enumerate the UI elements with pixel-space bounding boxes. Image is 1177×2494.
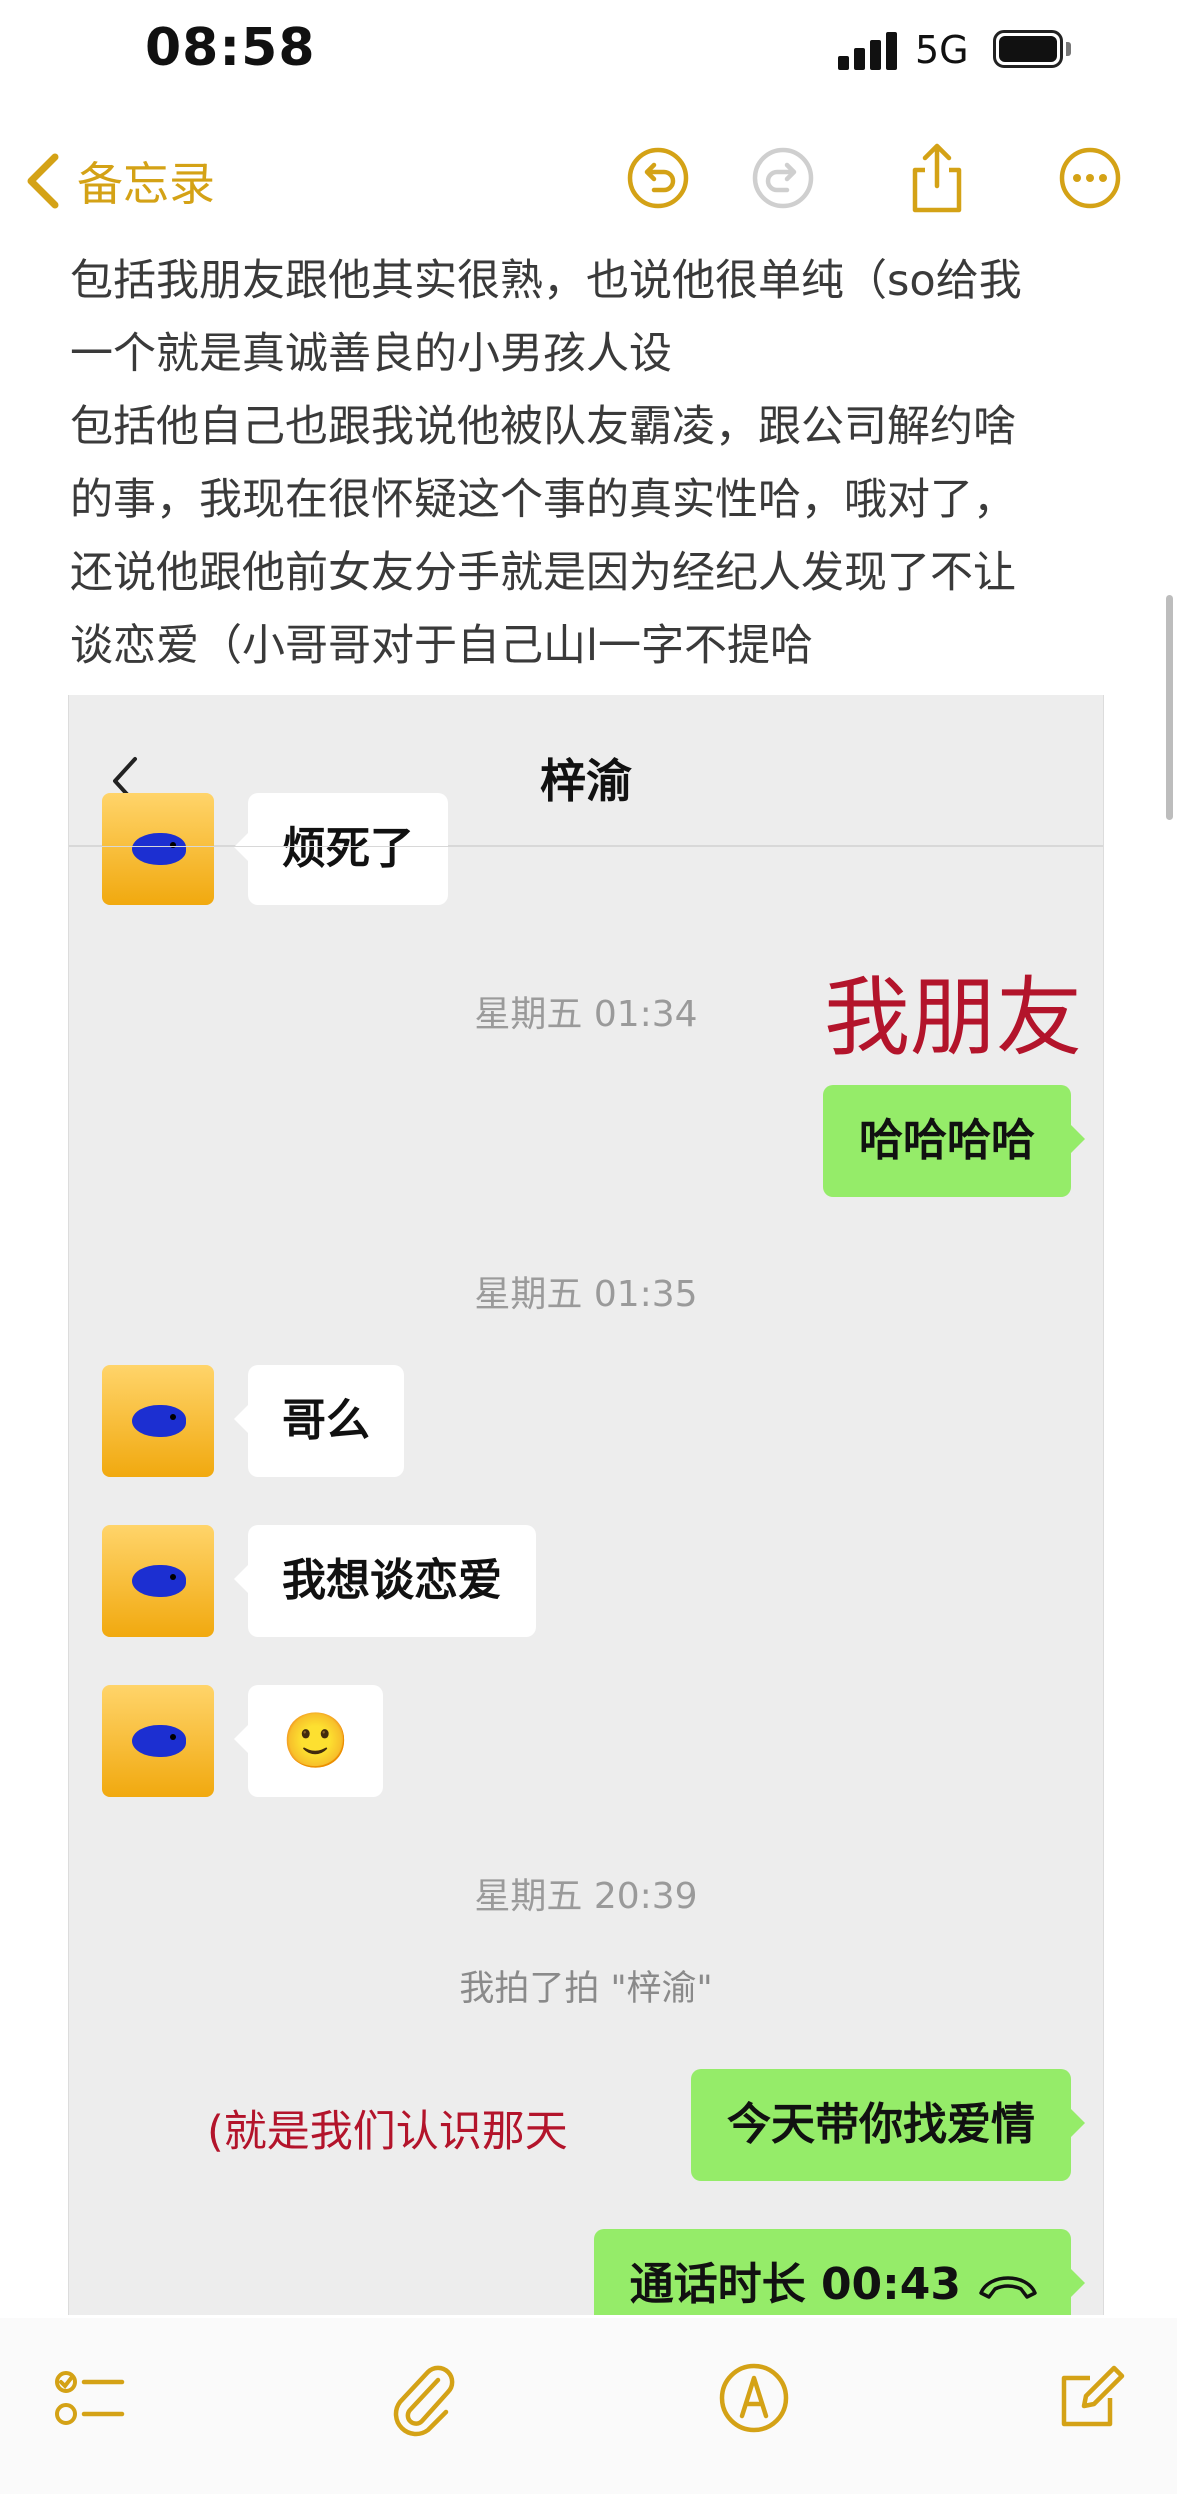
checklist-icon[interactable] [52, 2358, 132, 2438]
battery-icon [993, 30, 1073, 70]
message-bubble-right: 今天带你找爱情 [691, 2069, 1085, 2181]
back-label: 备忘录 [77, 157, 215, 211]
redo-icon[interactable] [751, 146, 815, 210]
share-icon[interactable] [905, 140, 969, 216]
call-duration-bubble: 通话时长 00:43 [593, 2229, 1086, 2315]
contact-avatar [102, 1685, 214, 1797]
chevron-left-icon [27, 153, 59, 209]
signal-icon [838, 30, 898, 70]
network-type: 5G [915, 28, 969, 72]
system-message: 我拍了拍 "梓渝" [459, 1969, 713, 2009]
note-line: 还说他跟他前女友分手就是因为经纪人发现了不让 [70, 548, 1016, 598]
note-line: 一个就是真诚善良的小男孩人设 [70, 329, 672, 379]
message-timestamp: 星期五 20:39 [474, 1876, 698, 1917]
call-duration-text: 通话时长 00:43 [629, 2259, 961, 2310]
note-body[interactable]: 包括我朋友跟他其实很熟，也说他很单纯（so给我 一个就是真诚善良的小男孩人设 包… [70, 245, 1110, 683]
message-bubble-right: 哈哈哈哈 [823, 1085, 1085, 1197]
phone-hangup-icon [979, 2276, 1037, 2299]
note-line: 包括他自己也跟我说他被队友霸凌，跟公司解约啥 [70, 402, 1016, 452]
message-timestamp: 星期五 01:35 [474, 1274, 698, 1315]
scrollbar[interactable] [1166, 595, 1173, 820]
contact-avatar [102, 1365, 214, 1477]
message-bubble-left: 哥么 [234, 1365, 404, 1477]
note-line: 的事，我现在很怀疑这个事的真实性哈，哦对了， [70, 475, 1016, 525]
annotation-label: (就是我们认识那天 [207, 2107, 568, 2157]
contact-avatar [102, 1525, 214, 1637]
note-line: 谈恋爱（小哥哥对于自己山l一字不提哈 [70, 621, 813, 671]
status-time: 08:58 [145, 18, 316, 78]
markup-pen-icon[interactable] [714, 2358, 794, 2438]
paperclip-icon[interactable] [382, 2358, 462, 2438]
back-to-notes-button[interactable]: 备忘录 [25, 148, 215, 214]
emoji-message-bubble: 🙂 [233, 1685, 384, 1797]
message-bubble-left: 我想谈恋爱 [234, 1525, 536, 1637]
annotation-label: 我朋友 [824, 968, 1082, 1068]
bottom-toolbar [0, 2318, 1177, 2494]
more-options-icon[interactable] [1058, 146, 1122, 210]
compose-icon[interactable] [1050, 2358, 1130, 2438]
embedded-chat-screenshot: 梓渝 烦死了 星期五 01:34 我朋友 哈哈哈哈 星期五 01:35 哥么 我… [68, 695, 1104, 2315]
note-line: 包括我朋友跟他其实很熟，也说他很单纯（so给我 [70, 256, 1022, 306]
undo-icon[interactable] [626, 146, 690, 210]
